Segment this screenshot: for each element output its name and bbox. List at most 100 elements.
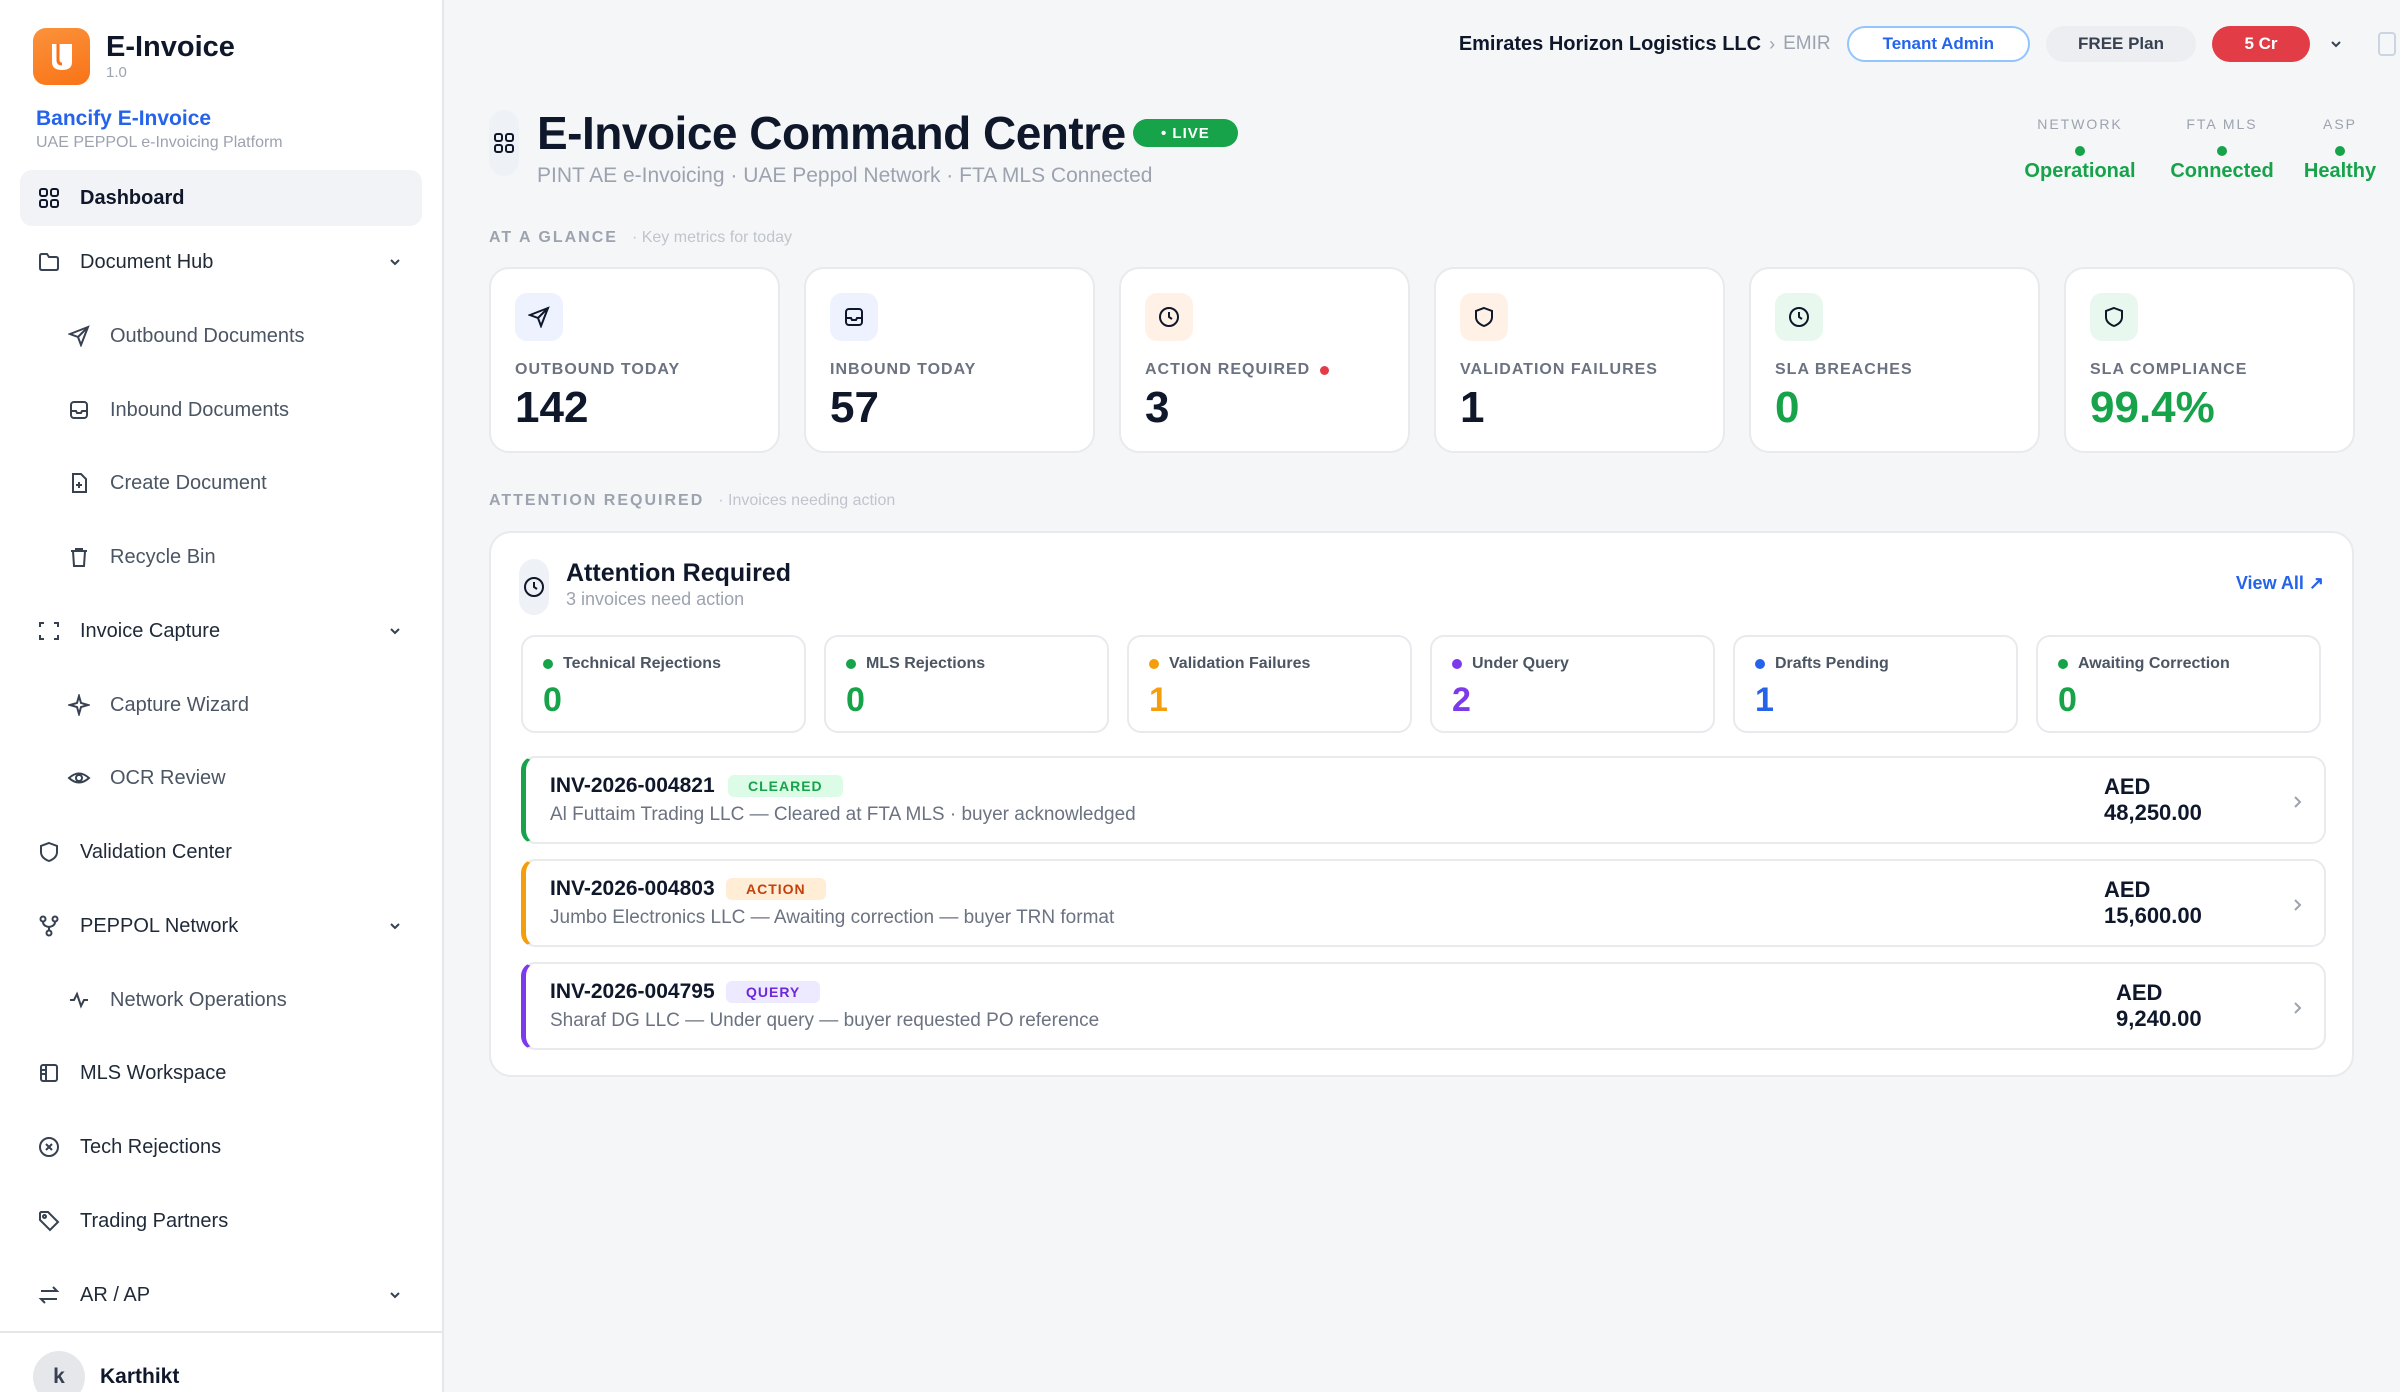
section-hint: · Invoices needing action bbox=[718, 492, 896, 509]
x-circle-icon bbox=[36, 1134, 62, 1160]
counter-label: Under Query bbox=[1452, 655, 1569, 673]
tenant-name[interactable]: Emirates Horizon Logistics LLC bbox=[1459, 33, 1761, 56]
metric-label: ACTION REQUIRED bbox=[1145, 361, 1330, 379]
sidebar-item-trading-partners[interactable]: Trading Partners bbox=[20, 1193, 422, 1249]
sidebar-item-validation-center[interactable]: Validation Center bbox=[20, 824, 422, 880]
counter-value: 1 bbox=[1149, 681, 1168, 719]
alert-dot bbox=[1320, 365, 1330, 375]
sidebar-item-invoice-capture[interactable]: Invoice Capture bbox=[20, 603, 422, 659]
org-name: Bancify E-Invoice bbox=[36, 107, 212, 130]
sidebar-item-label: Tech Rejections bbox=[80, 1135, 222, 1158]
metric-value: 99.4% bbox=[2090, 383, 2215, 432]
invoice-row[interactable]: INV-2026-004821 CLEARED Al Futtaim Tradi… bbox=[521, 756, 2326, 844]
sidebar-item-label: Invoice Capture bbox=[80, 619, 221, 642]
counter-awaiting-correction[interactable]: Awaiting Correction 0 bbox=[2036, 635, 2321, 733]
app-name: E-Invoice bbox=[106, 30, 235, 63]
chevron-down-icon[interactable] bbox=[386, 622, 404, 640]
sidebar-item-network-operations[interactable]: Network Operations bbox=[20, 972, 422, 1028]
panel-toggle-icon[interactable] bbox=[2378, 32, 2396, 56]
status-fta-mls: FTA MLS Connected bbox=[2162, 116, 2282, 183]
counter-value: 0 bbox=[543, 681, 562, 719]
sidebar-item-outbound-documents[interactable]: Outbound Documents bbox=[20, 308, 422, 364]
brand[interactable]: E-Invoice 1.0 bbox=[33, 28, 235, 85]
user-profile[interactable]: k Karthikt bbox=[0, 1331, 444, 1392]
section-hint: · Key metrics for today bbox=[631, 229, 792, 246]
status-dot bbox=[2217, 146, 2227, 156]
shield-icon bbox=[2090, 293, 2138, 341]
status-value: Healthy bbox=[2303, 160, 2377, 182]
panel-title: Attention Required bbox=[566, 559, 791, 587]
sidebar-item-inbound-documents[interactable]: Inbound Documents bbox=[20, 382, 422, 438]
counter-label: Validation Failures bbox=[1149, 655, 1310, 673]
attention-panel: Attention Required 3 invoices need actio… bbox=[489, 531, 2354, 1077]
live-badge: • LIVE bbox=[1133, 119, 1238, 147]
chevron-right-icon[interactable] bbox=[2290, 998, 2304, 1018]
sidebar-item-label: MLS Workspace bbox=[80, 1061, 227, 1084]
status-dot bbox=[1149, 659, 1159, 669]
sidebar-item-tech-rejections[interactable]: Tech Rejections bbox=[20, 1119, 422, 1175]
invoice-currency: AED bbox=[2104, 877, 2151, 902]
counter-label: MLS Rejections bbox=[846, 655, 985, 673]
counter-label-text: Technical Rejections bbox=[563, 655, 721, 672]
counter-validation-failures[interactable]: Validation Failures 1 bbox=[1127, 635, 1412, 733]
metric-value: 1 bbox=[1460, 383, 1485, 432]
sidebar: E-Invoice 1.0 Bancify E-Invoice UAE PEPP… bbox=[0, 0, 444, 1392]
metric-card-validation-failures[interactable]: VALIDATION FAILURES 1 bbox=[1434, 267, 1725, 453]
sidebar-item-label: PEPPOL Network bbox=[80, 914, 239, 937]
sidebar-item-ar-ap[interactable]: AR / AP bbox=[20, 1267, 422, 1323]
chevron-down-icon[interactable] bbox=[386, 917, 404, 935]
sidebar-item-peppol-network[interactable]: PEPPOL Network bbox=[20, 898, 422, 954]
chevron-right-icon[interactable] bbox=[2290, 895, 2304, 915]
metric-card-sla-breaches[interactable]: SLA BREACHES 0 bbox=[1749, 267, 2040, 453]
breadcrumb-separator: › bbox=[1769, 33, 1776, 54]
counter-label-text: Drafts Pending bbox=[1775, 655, 1889, 672]
chevron-down-icon[interactable] bbox=[2328, 36, 2344, 52]
counter-label: Drafts Pending bbox=[1755, 655, 1889, 673]
sidebar-item-label: Create Document bbox=[110, 471, 267, 494]
sidebar-item-label: Outbound Documents bbox=[110, 324, 305, 347]
eye-icon bbox=[66, 765, 92, 791]
counter-mls-rejections[interactable]: MLS Rejections 0 bbox=[824, 635, 1109, 733]
metric-card-inbound[interactable]: INBOUND TODAY 57 bbox=[804, 267, 1095, 453]
invoice-row[interactable]: INV-2026-004803 ACTION Jumbo Electronics… bbox=[521, 859, 2326, 947]
invoice-description: Jumbo Electronics LLC — Awaiting correct… bbox=[550, 907, 1115, 928]
status-label: NETWORK bbox=[2037, 116, 2123, 132]
chevron-right-icon[interactable] bbox=[2290, 792, 2304, 812]
role-badge[interactable]: Tenant Admin bbox=[1846, 26, 2031, 62]
sidebar-item-mls-workspace[interactable]: MLS Workspace bbox=[20, 1045, 422, 1101]
sidebar-item-capture-wizard[interactable]: Capture Wizard bbox=[20, 677, 422, 733]
panel-subtitle: 3 invoices need action bbox=[566, 589, 745, 609]
counter-under-query[interactable]: Under Query 2 bbox=[1430, 635, 1715, 733]
invoice-amount: 9,240.00 bbox=[2116, 1006, 2202, 1031]
sidebar-item-dashboard[interactable]: Dashboard bbox=[20, 170, 422, 226]
metric-card-action-required[interactable]: ACTION REQUIRED 3 bbox=[1119, 267, 1410, 453]
status-badge: CLEARED bbox=[728, 775, 843, 797]
status-dot bbox=[1452, 659, 1462, 669]
sidebar-item-create-document[interactable]: Create Document bbox=[20, 455, 422, 511]
counter-technical-rejections[interactable]: Technical Rejections 0 bbox=[521, 635, 806, 733]
grid-icon bbox=[36, 185, 62, 211]
counter-drafts-pending[interactable]: Drafts Pending 1 bbox=[1733, 635, 2018, 733]
metric-card-outbound[interactable]: OUTBOUND TODAY 142 bbox=[489, 267, 780, 453]
view-all-link[interactable]: View All ↗ bbox=[2236, 573, 2324, 594]
counter-label-text: Awaiting Correction bbox=[2078, 655, 2230, 672]
invoice-description: Al Futtaim Trading LLC — Cleared at FTA … bbox=[550, 804, 1136, 825]
metric-label-text: ACTION REQUIRED bbox=[1145, 361, 1311, 378]
shield-icon bbox=[36, 839, 62, 865]
attention-section-label: ATTENTION REQUIRED · Invoices needing act… bbox=[489, 492, 895, 510]
credits-badge[interactable]: 5 Cr bbox=[2212, 26, 2310, 62]
sidebar-item-ocr-review[interactable]: OCR Review bbox=[20, 750, 422, 806]
metric-card-sla-compliance[interactable]: SLA COMPLIANCE 99.4% bbox=[2064, 267, 2355, 453]
chevron-down-icon[interactable] bbox=[386, 253, 404, 271]
sidebar-item-document-hub[interactable]: Document Hub bbox=[20, 234, 422, 290]
sidebar-item-recycle-bin[interactable]: Recycle Bin bbox=[20, 529, 422, 585]
status-dot bbox=[543, 659, 553, 669]
chevron-down-icon[interactable] bbox=[386, 1286, 404, 1304]
counter-label: Technical Rejections bbox=[543, 655, 721, 673]
metric-value: 57 bbox=[830, 383, 879, 432]
invoice-amount: 48,250.00 bbox=[2104, 800, 2202, 825]
plan-badge[interactable]: FREE Plan bbox=[2046, 26, 2196, 62]
shield-icon bbox=[1460, 293, 1508, 341]
invoice-row[interactable]: INV-2026-004795 QUERY Sharaf DG LLC — Un… bbox=[521, 962, 2326, 1050]
invoice-currency: AED bbox=[2104, 774, 2151, 799]
